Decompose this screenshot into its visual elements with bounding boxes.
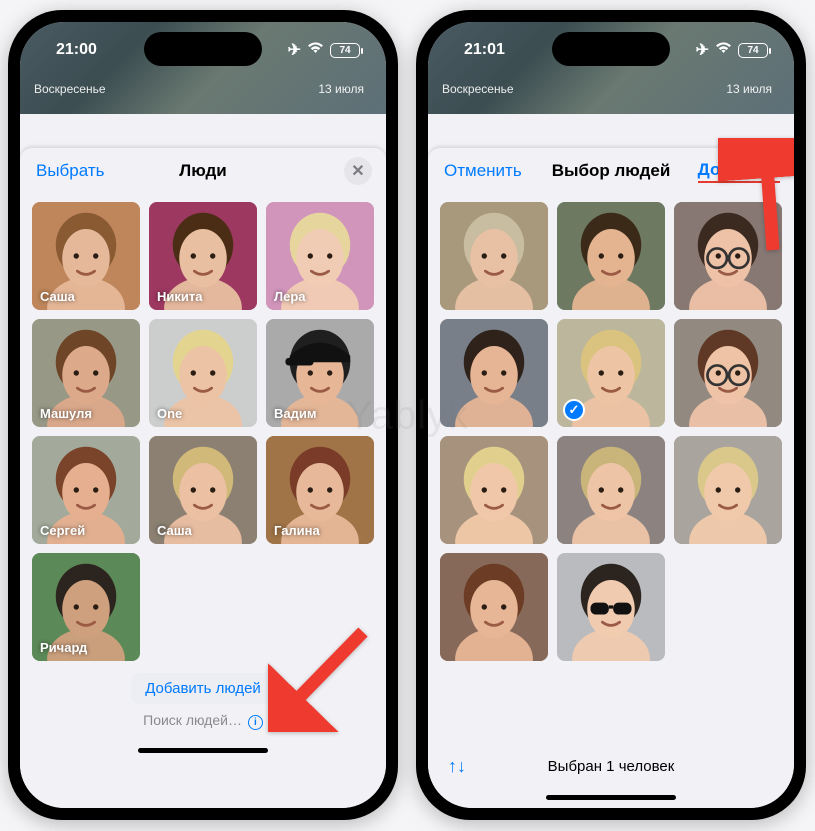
face-tile[interactable] — [440, 202, 548, 310]
info-icon[interactable]: i — [248, 715, 263, 730]
add-people-button[interactable]: Добавить людей — [131, 673, 275, 704]
people-grid: Саша Никита Лера — [20, 194, 386, 669]
screen: Воскресенье 13 июля 21:00 ✈︎ 74 Выбрать … — [20, 22, 386, 808]
status-icons: ✈︎ 74 — [288, 40, 360, 60]
face-tile[interactable] — [674, 202, 782, 310]
nav-right: Добавить — [698, 160, 780, 183]
person-name: Галина — [274, 523, 320, 538]
face-tile[interactable] — [557, 553, 665, 661]
bg-date-label: 13 июля — [726, 82, 772, 96]
bg-day-label: Воскресенье — [442, 82, 514, 96]
person-name: Никита — [157, 289, 202, 304]
faces-grid: ✓ — [428, 194, 794, 669]
battery-icon: 74 — [738, 43, 768, 58]
face-tile[interactable] — [674, 319, 782, 427]
face-tile[interactable] — [440, 319, 548, 427]
face-tile[interactable]: ✓ — [557, 319, 665, 427]
face-tile[interactable] — [440, 553, 548, 661]
person-name: One — [157, 406, 182, 421]
nav-bar: Отменить Выбор людей Добавить — [428, 148, 794, 194]
person-name: Машуля — [40, 406, 92, 421]
person-tile[interactable]: Никита — [149, 202, 257, 310]
phone-right: Воскресенье 13 июля 21:01 ✈︎ 74 Отменить… — [416, 10, 806, 820]
nav-title: Выбор людей — [552, 161, 671, 181]
face-tile[interactable] — [674, 436, 782, 544]
search-hint: Поиск людей… — [143, 712, 242, 728]
add-people-row: Добавить людей — [20, 669, 386, 712]
battery-level: 74 — [747, 45, 758, 56]
nav-bar: Выбрать Люди ✕ — [20, 148, 386, 194]
person-tile[interactable]: Ричард — [32, 553, 140, 661]
sort-icon[interactable]: ↑↓ — [448, 756, 466, 777]
person-tile[interactable]: Галина — [266, 436, 374, 544]
person-tile[interactable]: Саша — [32, 202, 140, 310]
bg-day-label: Воскресенье — [34, 82, 106, 96]
person-name: Саша — [40, 289, 75, 304]
person-tile[interactable]: Саша — [149, 436, 257, 544]
person-tile[interactable]: One — [149, 319, 257, 427]
face-tile[interactable] — [557, 202, 665, 310]
battery-icon: 74 — [330, 43, 360, 58]
person-tile[interactable]: Машуля — [32, 319, 140, 427]
dynamic-island — [144, 32, 262, 66]
person-tile[interactable]: Сергей — [32, 436, 140, 544]
selection-count: Выбран 1 человек — [548, 758, 675, 775]
face-tile[interactable] — [557, 436, 665, 544]
cancel-button[interactable]: Отменить — [444, 161, 522, 181]
home-indicator — [546, 795, 676, 800]
nav-right: ✕ — [344, 157, 372, 185]
dynamic-island — [552, 32, 670, 66]
home-indicator — [138, 748, 268, 753]
wifi-icon — [307, 41, 324, 59]
add-button[interactable]: Добавить — [698, 160, 780, 183]
bg-date-label: 13 июля — [318, 82, 364, 96]
airplane-icon: ✈︎ — [288, 40, 301, 60]
face-tile[interactable] — [440, 436, 548, 544]
close-button[interactable]: ✕ — [344, 157, 372, 185]
screen: Воскресенье 13 июля 21:01 ✈︎ 74 Отменить… — [428, 22, 794, 808]
phone-left: Воскресенье 13 июля 21:00 ✈︎ 74 Выбрать … — [8, 10, 398, 820]
status-time: 21:01 — [464, 41, 505, 59]
status-icons: ✈︎ 74 — [696, 40, 768, 60]
person-tile[interactable]: Вадим — [266, 319, 374, 427]
wifi-icon — [715, 41, 732, 59]
person-name: Вадим — [274, 406, 316, 421]
person-name: Саша — [157, 523, 192, 538]
battery-level: 74 — [339, 45, 350, 56]
status-time: 21:00 — [56, 41, 97, 59]
selected-check-icon: ✓ — [563, 399, 585, 421]
person-tile[interactable]: Лера — [266, 202, 374, 310]
person-name: Ричард — [40, 640, 87, 655]
person-name: Лера — [274, 289, 306, 304]
airplane-icon: ✈︎ — [696, 40, 709, 60]
select-people-sheet: Отменить Выбор людей Добавить — [428, 148, 794, 808]
select-button[interactable]: Выбрать — [36, 161, 104, 181]
bottom-bar: ↑↓ Выбран 1 человек — [428, 743, 794, 789]
people-sheet: Выбрать Люди ✕ Саша Н — [20, 148, 386, 808]
nav-title: Люди — [179, 161, 226, 181]
search-people-row[interactable]: Поиск людей… i — [20, 712, 386, 742]
person-name: Сергей — [40, 523, 85, 538]
